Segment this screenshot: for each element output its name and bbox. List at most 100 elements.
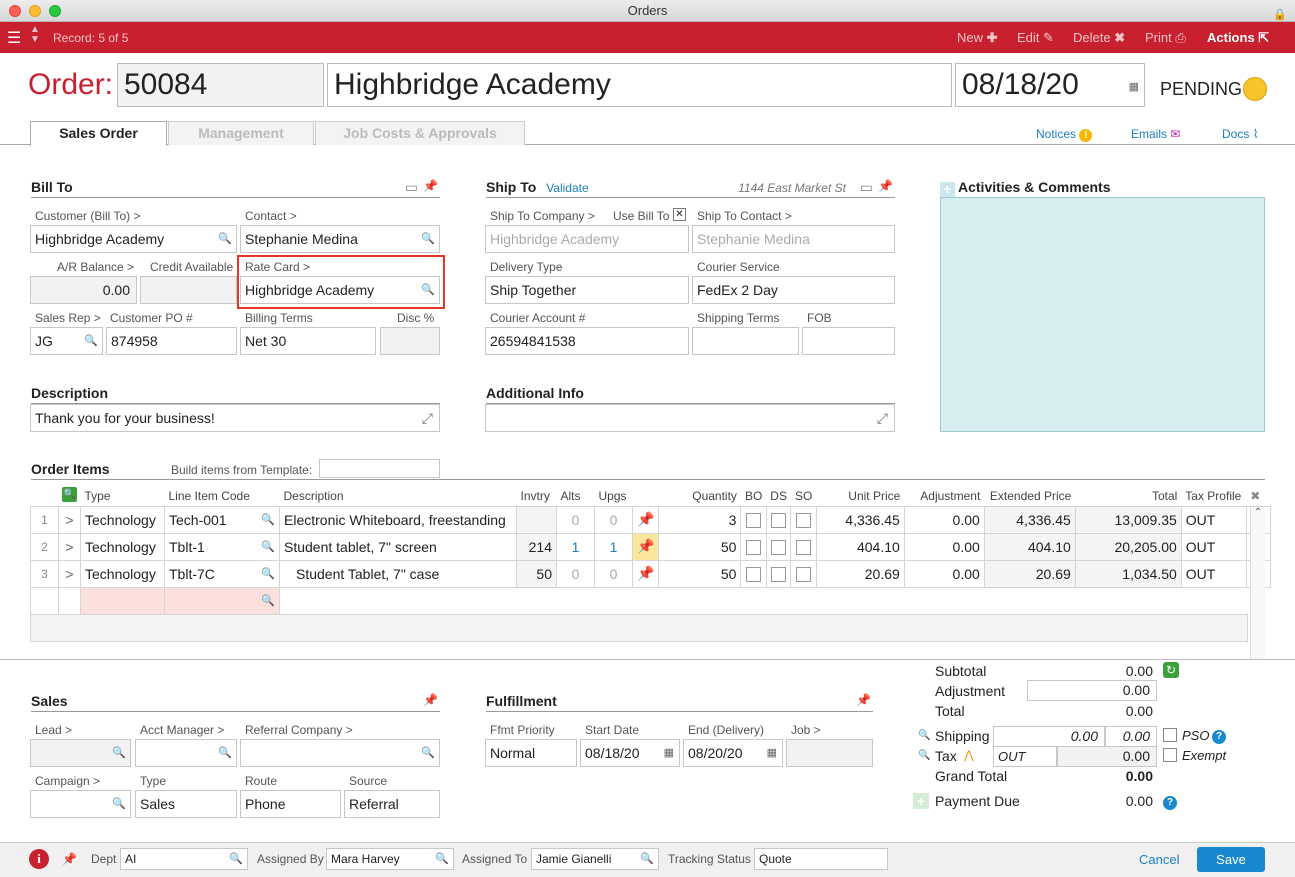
tax-engine-icon[interactable]: ⋀ (964, 748, 974, 762)
ds-checkbox[interactable] (765, 505, 792, 534)
col-invtry[interactable]: Invtry (517, 487, 557, 506)
payment-help-icon[interactable]: ? (1163, 794, 1177, 810)
customer-field[interactable]: Highbridge Academy 🔍 (30, 225, 237, 253)
item-unit-price[interactable]: 20.69 (815, 559, 905, 588)
acct-manager-field[interactable]: 🔍 (135, 739, 237, 767)
new-button[interactable]: New ✚ (957, 30, 998, 46)
address-card-icon[interactable]: ▭ (860, 179, 873, 196)
search-icon[interactable]: 🔍 (640, 849, 654, 869)
so-checkbox[interactable] (790, 559, 817, 588)
ds-checkbox[interactable] (765, 532, 792, 561)
search-icon[interactable]: 🔍 (218, 226, 232, 252)
item-quantity[interactable]: 50 (658, 532, 742, 561)
pin-icon[interactable]: 📌 (878, 179, 893, 193)
ship-company-label[interactable]: Ship To Company > (490, 209, 595, 223)
item-alts[interactable]: 1 (556, 532, 595, 561)
col-total[interactable]: Total (1075, 487, 1181, 506)
contact-label[interactable]: Contact > (245, 209, 297, 223)
tax-profile-field[interactable]: OUT (993, 746, 1057, 767)
item-upgs[interactable]: 0 (594, 505, 633, 534)
col-adjustment[interactable]: Adjustment (904, 487, 984, 506)
billing-terms-field[interactable]: Net 30 (240, 327, 376, 355)
search-icon[interactable]: 🔍 (918, 730, 930, 741)
new-item-row[interactable]: 🔍 (30, 586, 1271, 615)
start-date-field[interactable]: 08/18/20 ▦ (580, 739, 680, 767)
record-nav-arrows-icon[interactable]: ▲ ▼ (30, 25, 40, 45)
type-field[interactable]: Sales (135, 790, 237, 818)
lead-field[interactable]: 🔍 (30, 739, 131, 767)
item-upgs[interactable]: 1 (594, 532, 633, 561)
item-tax-profile[interactable]: OUT (1180, 532, 1247, 561)
shipping-cost-field[interactable]: 0.00 (993, 726, 1105, 747)
courier-account-field[interactable]: 26594841538 (485, 327, 689, 355)
item-code[interactable]: Tech-001 🔍 (164, 505, 280, 534)
pso-help-icon[interactable]: ? (1212, 728, 1226, 744)
item-description[interactable]: Electronic Whiteboard, freestanding (279, 505, 517, 534)
bo-checkbox[interactable] (740, 532, 767, 561)
add-activity-icon[interactable]: + (940, 182, 955, 197)
col-ds[interactable]: DS (766, 487, 791, 506)
tab-job-costs[interactable]: Job Costs & Approvals (315, 121, 525, 145)
ship-contact-label[interactable]: Ship To Contact > (697, 209, 792, 223)
menu-icon[interactable]: ☰ (7, 28, 21, 48)
item-unit-price[interactable]: 4,336.45 (815, 505, 905, 534)
calendar-icon[interactable]: ▦ (1129, 66, 1139, 108)
shipping-terms-field[interactable] (692, 327, 799, 355)
search-icon[interactable]: 🔍 (435, 849, 449, 869)
docs-link[interactable]: Docs ⌇ (1222, 127, 1259, 141)
route-field[interactable]: Phone (240, 790, 341, 818)
address-card-icon[interactable]: ▭ (405, 179, 418, 196)
assigned-by-field[interactable]: Mara Harvey 🔍 (326, 848, 454, 870)
col-so[interactable]: SO (791, 487, 816, 506)
print-button[interactable]: Print ⎙ (1145, 30, 1186, 46)
item-adjustment[interactable]: 0.00 (903, 532, 985, 561)
adjustment-field[interactable]: 0.00 (1027, 680, 1157, 701)
item-adjustment[interactable]: 0.00 (903, 505, 985, 534)
item-type[interactable]: Technology (80, 559, 165, 588)
item-type[interactable]: Technology (80, 505, 165, 534)
item-description[interactable]: Student Tablet, 7" case (279, 559, 517, 588)
item-alts[interactable]: 0 (556, 505, 595, 534)
col-line-item-code[interactable]: Line Item Code (165, 487, 280, 506)
activities-panel[interactable] (940, 197, 1265, 432)
items-scrollbar[interactable]: ⌃ (1250, 507, 1265, 659)
new-item-type[interactable] (80, 586, 165, 615)
col-alts[interactable]: Alts (557, 487, 595, 506)
pin-icon[interactable]: 📌 (631, 532, 660, 561)
shipping-price-field[interactable]: 0.00 (1105, 726, 1157, 747)
col-type[interactable]: Type (81, 487, 165, 506)
end-date-field[interactable]: 08/20/20 ▦ (683, 739, 783, 767)
pin-icon[interactable]: 📌 (856, 693, 871, 707)
acct-manager-label[interactable]: Acct Manager > (140, 723, 224, 737)
table-row[interactable]: 1 > Technology Tech-001 🔍 Electronic Whit… (30, 505, 1271, 534)
search-icon[interactable]: 🔍 (84, 328, 98, 354)
delete-button[interactable]: Delete ✖ (1073, 30, 1125, 46)
notices-link[interactable]: Notices ! (1036, 127, 1093, 142)
fob-field[interactable] (802, 327, 895, 355)
info-icon[interactable]: i (29, 849, 49, 869)
col-extended-price[interactable]: Extended Price (984, 487, 1075, 506)
item-alts[interactable]: 0 (556, 559, 595, 588)
remove-column-icon[interactable]: ✖ (1246, 487, 1270, 506)
search-icon[interactable]: 🔍 (261, 540, 275, 553)
courier-service-field[interactable]: FedEx 2 Day (692, 276, 895, 304)
item-description[interactable]: Student tablet, 7" screen (279, 532, 517, 561)
row-expand-icon[interactable]: > (58, 559, 81, 588)
campaign-label[interactable]: Campaign > (35, 774, 100, 788)
ar-balance-label[interactable]: A/R Balance > (57, 260, 134, 274)
sales-rep-field[interactable]: JG 🔍 (30, 327, 103, 355)
item-unit-price[interactable]: 404.10 (815, 532, 905, 561)
lead-label[interactable]: Lead > (35, 723, 72, 737)
item-upgs[interactable]: 0 (594, 559, 633, 588)
so-checkbox[interactable] (790, 505, 817, 534)
exempt-checkbox[interactable] (1163, 748, 1177, 762)
assigned-to-field[interactable]: Jamie Gianelli 🔍 (531, 848, 659, 870)
calendar-icon[interactable]: ▦ (664, 740, 674, 766)
so-checkbox[interactable] (790, 532, 817, 561)
col-bo[interactable]: BO (741, 487, 766, 506)
edit-button[interactable]: Edit ✎ (1017, 30, 1054, 46)
search-icon[interactable]: 🔍 (421, 740, 435, 766)
contact-field[interactable]: Stephanie Medina 🔍 (240, 225, 440, 253)
col-tax-profile[interactable]: Tax Profile (1181, 487, 1246, 506)
pin-icon[interactable]: 📌 (423, 693, 438, 707)
